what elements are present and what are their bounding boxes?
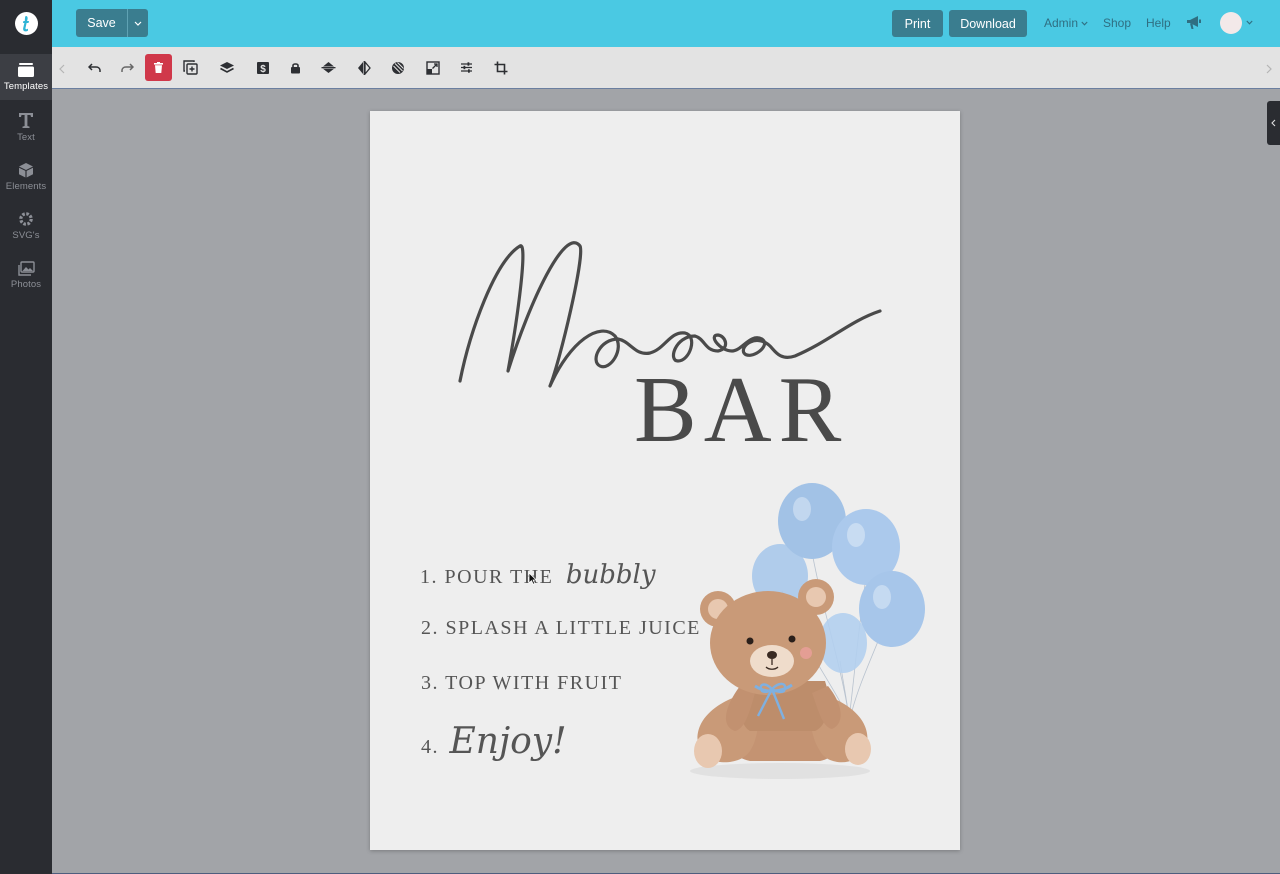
- photos-icon: [17, 261, 35, 276]
- teddy-bear-balloons-image[interactable]: [680, 481, 930, 781]
- mouse-cursor-icon: [528, 572, 537, 585]
- step-number: 4.: [421, 736, 439, 758]
- logo-icon: [14, 12, 38, 35]
- layers-button[interactable]: [213, 54, 240, 81]
- right-panel-toggle[interactable]: [1267, 101, 1280, 145]
- opacity-button[interactable]: [384, 54, 411, 81]
- step-text: SPLASH A LITTLE JUICE: [445, 617, 701, 639]
- undo-icon: [88, 62, 101, 72]
- step-2[interactable]: 2. SPLASH A LITTLE JUICE: [421, 617, 701, 640]
- step-script: bubbly: [565, 560, 656, 590]
- flip-icon: [357, 60, 371, 75]
- step-script: Enjoy!: [449, 721, 567, 762]
- opacity-icon: [391, 61, 404, 74]
- undo-button[interactable]: [81, 54, 108, 81]
- lock-icon: [291, 62, 300, 73]
- toolbar-scroll-left[interactable]: [59, 61, 65, 79]
- sidebar-item-label: Photos: [10, 279, 42, 290]
- flip-button[interactable]: [350, 54, 377, 81]
- top-bar: Save Print Download Admin Shop Help: [52, 0, 1280, 47]
- title-script: Momosa: [370, 111, 371, 112]
- chevron-left-icon: [59, 64, 65, 74]
- admin-menu[interactable]: Admin: [1044, 16, 1088, 30]
- sidebar-item-svgs[interactable]: SVG's: [0, 203, 52, 249]
- price-button[interactable]: $: [249, 54, 276, 81]
- editor-toolbar: $: [52, 47, 1280, 89]
- app-logo[interactable]: [0, 0, 52, 47]
- download-button[interactable]: Download: [949, 10, 1027, 37]
- resize-icon: [425, 60, 440, 75]
- elements-icon: [19, 163, 33, 178]
- step-number: 3.: [421, 672, 439, 694]
- step-text: TOP WITH FRUIT: [445, 672, 623, 694]
- lock-button[interactable]: [282, 54, 309, 81]
- crop-button[interactable]: [487, 54, 514, 81]
- step-text: POUR THE: [444, 566, 554, 588]
- redo-icon: [121, 62, 134, 72]
- layers-icon: [219, 62, 234, 73]
- announcements-button[interactable]: [1186, 15, 1202, 35]
- left-sidebar: Templates Text Elements SVG's Photos: [0, 0, 52, 874]
- sidebar-item-elements[interactable]: Elements: [0, 154, 52, 200]
- step-number: 1.: [420, 566, 438, 588]
- step-4[interactable]: 4. Enjoy!: [421, 721, 567, 762]
- sidebar-item-text[interactable]: Text: [0, 104, 52, 150]
- redo-button[interactable]: [114, 54, 141, 81]
- admin-label: Admin: [1044, 16, 1079, 30]
- adjustments-button[interactable]: [453, 54, 480, 81]
- chevron-down-icon: [1081, 21, 1088, 26]
- sidebar-item-photos[interactable]: Photos: [0, 253, 52, 299]
- chevron-left-icon: [1271, 119, 1276, 127]
- chevron-down-icon: [134, 21, 142, 26]
- design-page[interactable]: Momosa BAR 1. POUR THE bubbly 2. SPLASH …: [370, 111, 960, 850]
- trash-icon: [154, 62, 163, 73]
- save-options-button[interactable]: [127, 9, 148, 37]
- sidebar-item-label: Elements: [5, 181, 47, 192]
- duplicate-button[interactable]: [177, 54, 204, 81]
- align-middle-icon: [321, 62, 336, 73]
- canvas-area[interactable]: Momosa BAR 1. POUR THE bubbly 2. SPLASH …: [52, 89, 1280, 874]
- sidebar-item-templates[interactable]: Templates: [0, 54, 52, 100]
- svg-text:$: $: [260, 64, 266, 75]
- duplicate-icon: [183, 60, 198, 75]
- megaphone-icon: [1187, 16, 1201, 29]
- svg-icon: [19, 212, 33, 226]
- save-button-group: Save: [76, 9, 148, 37]
- sidebar-item-label: SVG's: [12, 230, 40, 241]
- user-avatar[interactable]: [1220, 12, 1242, 34]
- templates-icon: [18, 63, 34, 77]
- toolbar-scroll-right[interactable]: [1266, 61, 1272, 79]
- save-button[interactable]: Save: [76, 9, 127, 37]
- step-number: 2.: [421, 617, 439, 639]
- step-3[interactable]: 3. TOP WITH FRUIT: [421, 672, 622, 695]
- chevron-down-icon[interactable]: [1246, 20, 1253, 25]
- help-link[interactable]: Help: [1146, 16, 1171, 30]
- text-icon: [19, 113, 33, 128]
- teddy-bear: [690, 579, 871, 779]
- chevron-right-icon: [1266, 64, 1272, 74]
- align-middle-button[interactable]: [315, 54, 342, 81]
- dollar-icon: $: [256, 61, 269, 75]
- delete-button[interactable]: [145, 54, 172, 81]
- print-button[interactable]: Print: [892, 10, 943, 37]
- sidebar-item-label: Templates: [3, 81, 49, 92]
- sliders-icon: [461, 62, 472, 73]
- title-main[interactable]: BAR: [634, 363, 848, 457]
- crop-icon: [494, 61, 507, 74]
- sidebar-item-label: Text: [17, 132, 35, 143]
- step-1[interactable]: 1. POUR THE bubbly: [420, 560, 656, 590]
- shop-link[interactable]: Shop: [1103, 16, 1131, 30]
- resize-button[interactable]: [419, 54, 446, 81]
